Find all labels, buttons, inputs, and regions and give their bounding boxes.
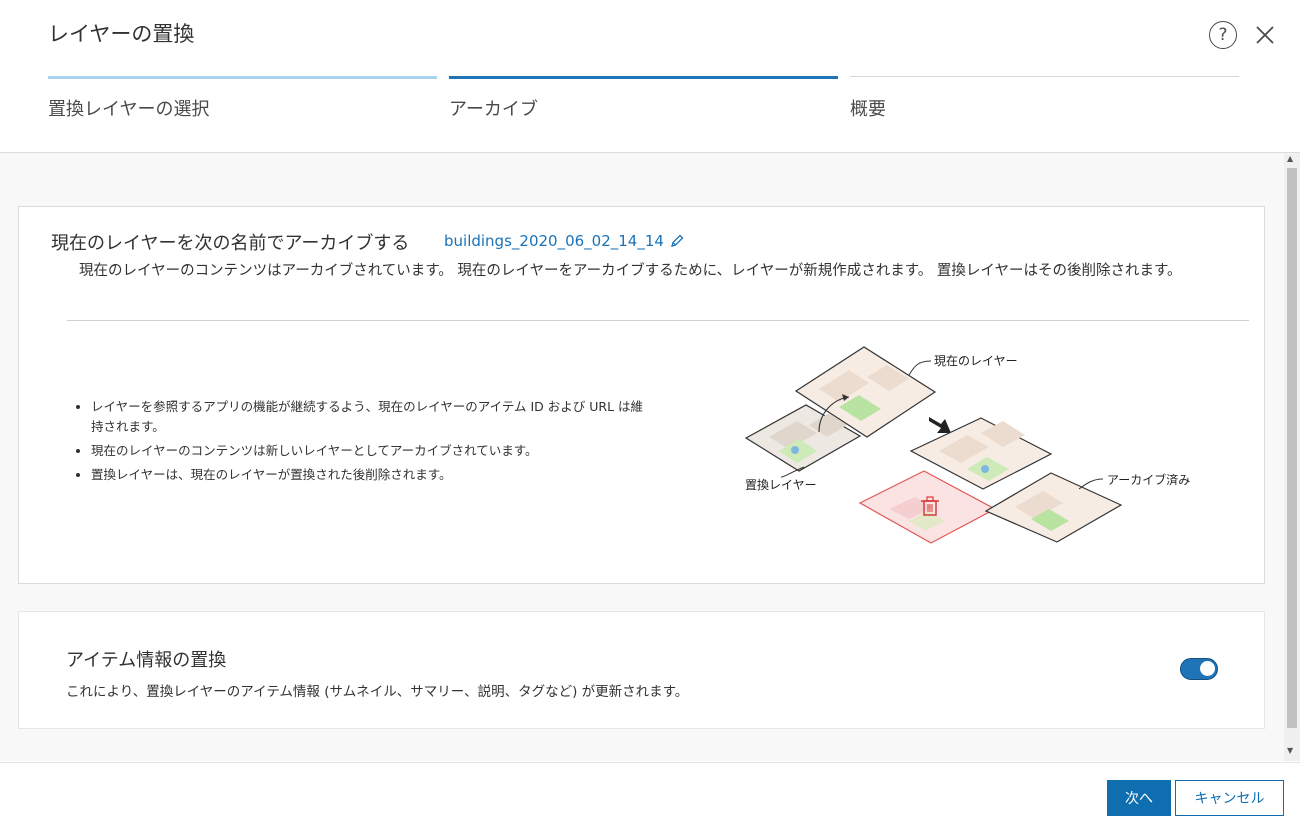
list-item: 現在のレイヤーのコンテンツは新しいレイヤーとしてアーカイブされています。 (91, 441, 651, 461)
dialog-footer: 次へ キャンセル (0, 762, 1300, 831)
archive-heading: 現在のレイヤーを次の名前でアーカイブする (51, 233, 410, 254)
step-label: 概要 (850, 99, 886, 120)
step-label: アーカイブ (449, 99, 538, 120)
label-current-layer: 現在のレイヤー (934, 354, 1018, 368)
step-bar (48, 76, 437, 79)
close-icon[interactable] (1252, 22, 1278, 48)
help-icon: ? (1218, 25, 1228, 45)
item-info-title: アイテム情報の置換 (66, 650, 227, 671)
dialog-content[interactable]: 現在のレイヤーを次の名前でアーカイブする buildings_2020_06_0… (0, 153, 1284, 761)
archive-bullets: レイヤーを参照するアプリの機能が継続するよう、現在のレイヤーのアイテム ID お… (75, 397, 651, 489)
scroll-down-icon[interactable]: ▼ (1287, 746, 1293, 755)
item-info-description: これにより、置換レイヤーのアイテム情報 (サムネイル、サマリー、説明、タグなど)… (66, 684, 689, 700)
archive-illustration: 現在のレイヤー 置換レイヤー アーカイブ済み (744, 346, 1190, 544)
next-button[interactable]: 次へ (1107, 780, 1171, 816)
list-item: 置換レイヤーは、現在のレイヤーが置換された後削除されます。 (91, 465, 651, 485)
list-item: レイヤーを参照するアプリの機能が継続するよう、現在のレイヤーのアイテム ID お… (91, 397, 651, 437)
label-archived: アーカイブ済み (1107, 472, 1190, 487)
edit-pencil-icon[interactable] (669, 233, 685, 249)
divider (67, 320, 1249, 321)
item-info-toggle[interactable] (1180, 658, 1218, 680)
step-label: 置換レイヤーの選択 (48, 99, 210, 120)
archive-name-link[interactable]: buildings_2020_06_02_14_14 (444, 232, 664, 250)
step-bar (850, 76, 1239, 77)
archive-description: 現在のレイヤーのコンテンツはアーカイブされています。 現在のレイヤーをアーカイブ… (79, 263, 1182, 279)
toggle-knob (1200, 661, 1215, 676)
help-button[interactable]: ? (1209, 21, 1237, 49)
scroll-up-icon[interactable]: ▲ (1287, 154, 1293, 163)
scrollbar-thumb[interactable] (1287, 168, 1297, 728)
item-info-card: アイテム情報の置換 これにより、置換レイヤーのアイテム情報 (サムネイル、サマリ… (18, 611, 1265, 729)
step-summary[interactable]: 概要 (850, 76, 1239, 120)
step-archive[interactable]: アーカイブ (449, 76, 838, 120)
step-bar (449, 76, 838, 79)
archived-layer-map (984, 472, 1123, 543)
cancel-button[interactable]: キャンセル (1175, 780, 1284, 816)
dialog-header: レイヤーの置換 ? 置換レイヤーの選択 アーカイブ 概要 (0, 0, 1300, 153)
dialog-title: レイヤーの置換 (48, 22, 195, 46)
label-replacement-layer: 置換レイヤー (745, 478, 817, 492)
archive-card: 現在のレイヤーを次の名前でアーカイブする buildings_2020_06_0… (18, 206, 1265, 584)
step-select-replacement[interactable]: 置換レイヤーの選択 (48, 76, 437, 120)
